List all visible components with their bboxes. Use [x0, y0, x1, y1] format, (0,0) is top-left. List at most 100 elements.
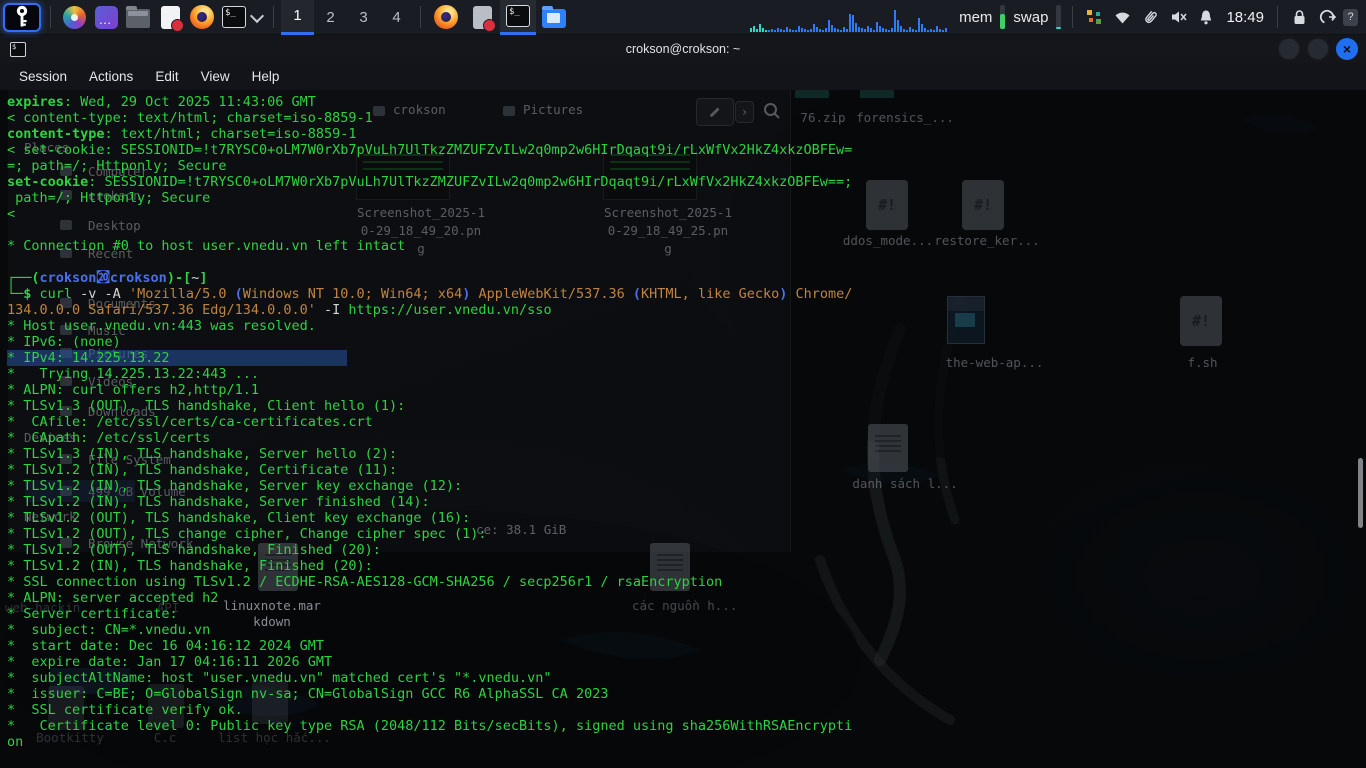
terminal-icon: $_	[506, 5, 530, 27]
net-bar	[912, 29, 914, 32]
net-bar	[861, 28, 863, 32]
network-status-icon[interactable]	[1111, 0, 1133, 35]
desktop-icon-label[interactable]: danh sách l...	[850, 476, 960, 492]
terminal-icon: $_	[222, 6, 246, 28]
clipboard-indicator[interactable]	[1139, 0, 1161, 35]
taskbar-item-files-blue[interactable]	[536, 0, 572, 35]
net-bar	[924, 28, 926, 32]
terminal-line: expires: Wed, 29 Oct 2025 11:43:06 GMT	[7, 94, 852, 110]
logout-button[interactable]	[1316, 0, 1338, 35]
maximize-button[interactable]	[1307, 38, 1329, 60]
desktop-icon[interactable]	[947, 296, 985, 344]
kali-menu-button[interactable]	[3, 3, 41, 32]
net-bar	[906, 30, 908, 32]
wifi-icon	[1114, 10, 1131, 25]
net-bar	[870, 28, 872, 32]
terminal-line: set-cookie: SESSIONID=!t7RYSC0+oLM7W0rXb…	[7, 174, 852, 190]
desktop-icon-label[interactable]: forensics_...	[855, 110, 955, 126]
net-bar	[798, 26, 800, 32]
app-indicator-icon[interactable]	[1083, 0, 1105, 35]
terminal-line	[7, 254, 852, 270]
net-bar	[792, 30, 794, 32]
workspace-3[interactable]: 3	[347, 0, 380, 35]
chevron-down-icon[interactable]	[250, 8, 264, 22]
desktop-icon-label[interactable]: f.sh	[1175, 355, 1230, 371]
taskbar-item-terminal[interactable]: $_	[500, 0, 536, 35]
launcher-code-app[interactable]: …	[90, 3, 122, 32]
desktop-icon[interactable]: #!	[962, 180, 1004, 230]
notifications-indicator[interactable]	[1195, 0, 1217, 35]
terminal-line: * TLSv1.3 (IN), TLS handshake, Server he…	[7, 446, 852, 462]
launcher-file-manager[interactable]	[122, 3, 154, 32]
mem-usage-bar	[1000, 5, 1005, 29]
audio-muted-indicator[interactable]	[1167, 0, 1189, 35]
minimize-button[interactable]	[1278, 38, 1300, 60]
desktop-icon-label[interactable]: restore_ker...	[932, 233, 1042, 249]
terminal-line: * TLSv1.3 (OUT), TLS handshake, Client h…	[7, 398, 852, 414]
firefox-icon	[434, 5, 458, 29]
terminal-line: content-type: text/html; charset=iso-885…	[7, 126, 852, 142]
net-bar	[825, 28, 827, 32]
net-bar	[759, 24, 761, 32]
net-bar	[807, 30, 809, 32]
terminal-line: * subjectAltName: host "user.vnedu.vn" m…	[7, 670, 852, 686]
lock-screen-button[interactable]	[1288, 0, 1310, 35]
terminal-line: * Host user.vnedu.vn:443 was resolved.	[7, 318, 852, 334]
panel-separator	[420, 6, 421, 28]
menu-actions[interactable]: Actions	[78, 69, 144, 84]
desktop-icon[interactable]: #!	[866, 180, 908, 230]
net-bar	[900, 26, 902, 32]
desktop-icon[interactable]: #!	[1180, 296, 1222, 346]
net-bar	[885, 29, 887, 32]
terminal-window: $ crokson@crokson: ~ × SessionActionsEdi…	[0, 35, 1366, 768]
net-bar	[828, 20, 830, 32]
terminal-content[interactable]: › croksonPictures PlacesComputercroksonD…	[0, 90, 1366, 768]
terminal-line: < content-type: text/html; charset=iso-8…	[7, 110, 852, 126]
net-bar	[867, 26, 869, 32]
net-bar	[846, 29, 848, 32]
launcher-firefox[interactable]	[186, 3, 218, 32]
menu-help[interactable]: Help	[241, 69, 291, 84]
workspace-2[interactable]: 2	[314, 0, 347, 35]
net-bar	[858, 27, 860, 32]
clock[interactable]: 18:49	[1226, 9, 1264, 26]
net-bar	[765, 30, 767, 32]
net-bar	[750, 28, 752, 32]
terminal-line: <	[7, 206, 852, 222]
workspace-4[interactable]: 4	[380, 0, 413, 35]
taskbar-item-firefox[interactable]	[428, 0, 464, 35]
help-indicator[interactable]: ?	[1343, 9, 1358, 26]
close-button[interactable]: ×	[1336, 38, 1358, 60]
close-icon: ×	[1343, 41, 1351, 57]
net-bar	[813, 24, 815, 32]
launcher-text-editor[interactable]	[154, 3, 186, 32]
net-bar	[819, 29, 821, 32]
screen: … $_ 1234 $_ mem swap	[0, 0, 1366, 768]
net-bar	[780, 29, 782, 32]
taskbar-item-text-editor[interactable]	[464, 0, 500, 35]
terminal-line: =; path=/; Httponly; Secure	[7, 158, 852, 174]
taskbar: $_	[428, 0, 572, 35]
launcher-kali-dragon[interactable]	[58, 3, 90, 32]
terminal-line: * issuer: C=BE; O=GlobalSign nv-sa; CN=G…	[7, 686, 852, 702]
terminal-line: * TLSv1.2 (OUT), TLS handshake, Finished…	[7, 542, 852, 558]
text-editor-icon	[473, 6, 492, 29]
net-bar	[810, 29, 812, 32]
menu-edit[interactable]: Edit	[144, 69, 189, 84]
net-bar	[876, 22, 878, 32]
net-bar	[789, 29, 791, 32]
launcher-terminal[interactable]: $_	[218, 3, 250, 32]
text-editor-icon	[161, 6, 180, 29]
power-icon	[1318, 8, 1336, 26]
files-blue-icon	[542, 9, 566, 28]
desktop-icon[interactable]	[860, 90, 894, 98]
net-bar	[927, 30, 929, 32]
window-titlebar[interactable]: $ crokson@crokson: ~ ×	[0, 35, 1366, 63]
menu-view[interactable]: View	[190, 69, 241, 84]
terminal-scrollbar[interactable]	[1358, 458, 1363, 528]
menu-session[interactable]: Session	[8, 69, 78, 84]
workspace-1[interactable]: 1	[281, 0, 314, 35]
desktop-icon[interactable]	[868, 424, 908, 472]
kali-key-icon	[15, 5, 29, 29]
desktop-icon-label[interactable]: the-web-ap...	[942, 355, 1047, 371]
